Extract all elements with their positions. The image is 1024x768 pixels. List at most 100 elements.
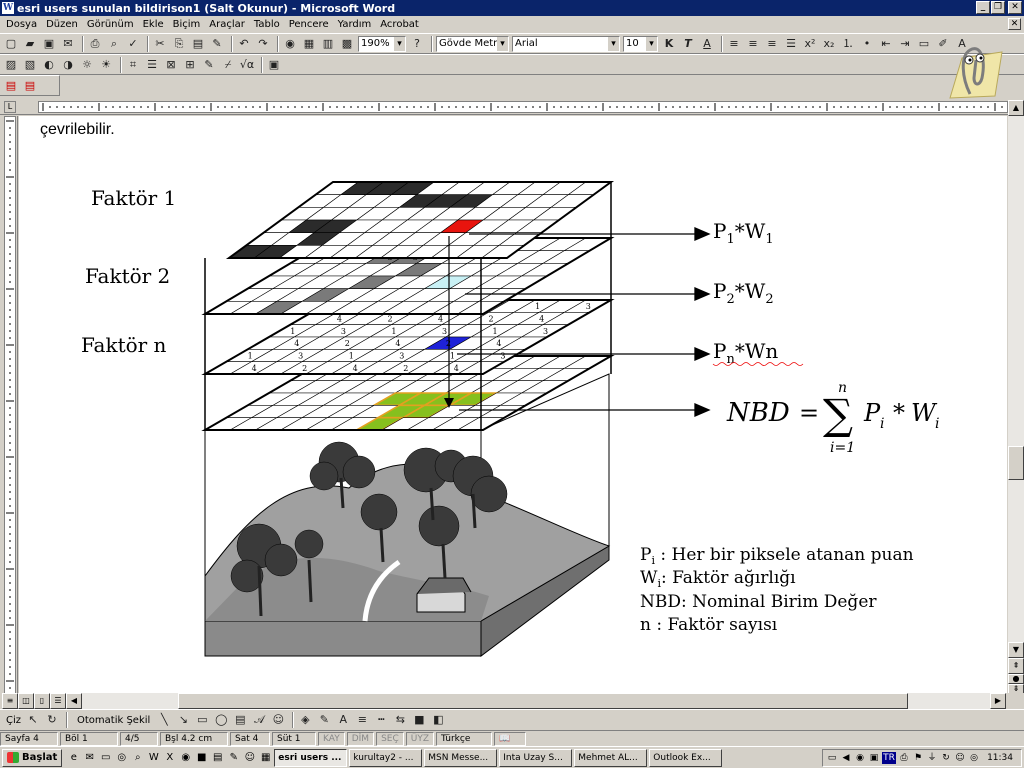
print-icon[interactable]: ⎙ [87,36,103,52]
task-outlook-express[interactable]: Outlook Ex... [649,748,723,767]
printer-icon[interactable]: ⎙ [898,752,910,764]
messenger-icon[interactable]: ☺ [242,750,257,765]
status-language[interactable]: Türkçe [436,731,493,746]
vertical-ruler-track[interactable] [4,116,16,694]
align-center-icon[interactable]: ≡ [745,36,761,52]
web-layout-button[interactable]: ◫ [18,693,34,709]
cut-icon[interactable]: ✂ [152,36,168,52]
redo-icon[interactable]: ↷ [255,36,271,52]
menu-format[interactable]: Biçim [173,19,201,30]
font-select[interactable]: Arial [512,35,620,52]
status-extend[interactable]: SEÇ [376,731,404,746]
align-right-icon[interactable]: ≡ [764,36,780,52]
set-transparent-icon[interactable]: ⌿ [220,57,236,73]
print-layout-button[interactable]: ▯ [34,693,50,709]
task-word-document[interactable]: esri users ... [274,748,348,767]
numbering-icon[interactable]: ⒈ [840,36,856,52]
insert-table-icon[interactable]: ▥ [320,36,336,52]
contrast-icon[interactable]: ◑ [60,57,76,73]
browse-object-button[interactable]: ● [1008,674,1024,684]
reset-picture-icon[interactable]: ▣ [266,57,282,73]
superscript-icon[interactable]: x² [802,36,818,52]
text-color-icon[interactable]: A [335,712,351,728]
office-assistant-clippy[interactable] [940,38,1010,106]
style-select[interactable]: Gövde Metni Gi [436,35,509,52]
outline-view-button[interactable]: ☰ [50,693,66,709]
compress-icon[interactable]: ⊠ [163,57,179,73]
text-box-icon[interactable]: ▤ [232,712,248,728]
decrease-indent-icon[interactable]: ⇤ [878,36,894,52]
fill-color-icon[interactable]: ◈ [297,712,313,728]
monitor-icon[interactable]: ▣ [868,752,880,764]
insert-excel-icon[interactable]: ▩ [339,36,355,52]
task-mehmet[interactable]: Mehmet AL... [574,748,648,767]
menu-file[interactable]: Dosya [6,19,37,30]
draw-menu[interactable]: Çiz [6,715,21,726]
network-tray-icon[interactable]: ▭ [826,752,838,764]
format-painter-icon[interactable]: ✎ [209,36,225,52]
normal-view-button[interactable]: ≡ [2,693,18,709]
update-icon[interactable]: ↻ [940,752,952,764]
autoshapes-menu[interactable]: Otomatik Şekil [77,715,150,726]
image-control-icon[interactable]: ◐ [41,57,57,73]
messenger-tray-icon[interactable]: ☺ [954,752,966,764]
crop-icon[interactable]: ⌗ [125,57,141,73]
line-color-icon[interactable]: ✎ [316,712,332,728]
clip-art-icon[interactable]: ☺ [270,712,286,728]
align-left-icon[interactable]: ≡ [726,36,742,52]
start-button[interactable]: Başlat [2,748,63,767]
task-msn-messenger[interactable]: MSN Messe... [424,748,498,767]
horizontal-scrollbar[interactable]: ◀ ▶ [66,693,1006,709]
restore-button[interactable]: ❐ [991,1,1005,14]
minimize-button[interactable]: _ [976,1,990,14]
menu-tools[interactable]: Araçlar [209,19,245,30]
line-style-icon[interactable]: ≡ [354,712,370,728]
convert-to-pdf-icon[interactable]: ▤ [3,78,19,94]
text-wrap-icon[interactable]: ⊞ [182,57,198,73]
copy-icon[interactable]: ⎘ [171,36,187,52]
word-app-icon[interactable]: W [2,2,14,14]
tab-selector[interactable]: L [4,101,16,113]
italic-button[interactable]: T [680,36,696,52]
scroll-down-button[interactable]: ▼ [1008,642,1024,658]
search-icon[interactable]: ⌕ [130,750,145,765]
arrow-style-icon[interactable]: ⇆ [392,712,408,728]
security-icon[interactable]: ⚑ [912,752,924,764]
format-picture-icon[interactable]: ✎ [201,57,217,73]
bold-button[interactable]: K [661,36,677,52]
tables-borders-icon[interactable]: ▦ [301,36,317,52]
status-record-macro[interactable]: KAY [318,731,345,746]
ie-icon[interactable]: e [66,750,81,765]
task-kurultay[interactable]: kurultay2 - ... [349,748,423,767]
free-rotate-icon[interactable]: ↻ [44,712,60,728]
status-track-changes[interactable]: DİM [346,731,375,746]
convert-and-email-pdf-icon[interactable]: ▤ [22,78,38,94]
bullets-icon[interactable]: • [859,36,875,52]
app-icon[interactable]: ■ [194,750,209,765]
usb-icon[interactable]: ⏚ [926,752,938,764]
close-button[interactable]: ✕ [1008,1,1022,14]
network-icon[interactable]: ◉ [178,750,193,765]
font-size-select[interactable]: 10 [623,35,658,52]
rectangle-tool-icon[interactable]: ▭ [194,712,210,728]
task-inta-uzay[interactable]: Inta Uzay S... [499,748,573,767]
scroll-left-button[interactable]: ◀ [66,693,82,709]
document-close-button[interactable]: ✕ [1008,18,1021,30]
email-icon[interactable]: ✉ [60,36,76,52]
undo-icon[interactable]: ↶ [236,36,252,52]
picture-icon[interactable]: ▨ [3,57,19,73]
menu-edit[interactable]: Düzen [46,19,78,30]
menu-table[interactable]: Tablo [254,19,280,30]
menu-view[interactable]: Görünüm [87,19,134,30]
open-folder-icon[interactable]: ▰ [22,36,38,52]
save-icon[interactable]: ▣ [41,36,57,52]
language-indicator[interactable]: TR [882,752,896,764]
brightness-less-icon[interactable]: ☀ [98,57,114,73]
menu-window[interactable]: Pencere [289,19,329,30]
word-icon[interactable]: W [146,750,161,765]
menu-help[interactable]: Yardım [338,19,372,30]
dash-style-icon[interactable]: ┅ [373,712,389,728]
print-preview-icon[interactable]: ⌕ [106,36,122,52]
spelling-status-icon[interactable]: 📖 [494,731,527,746]
menu-insert[interactable]: Ekle [143,19,164,30]
